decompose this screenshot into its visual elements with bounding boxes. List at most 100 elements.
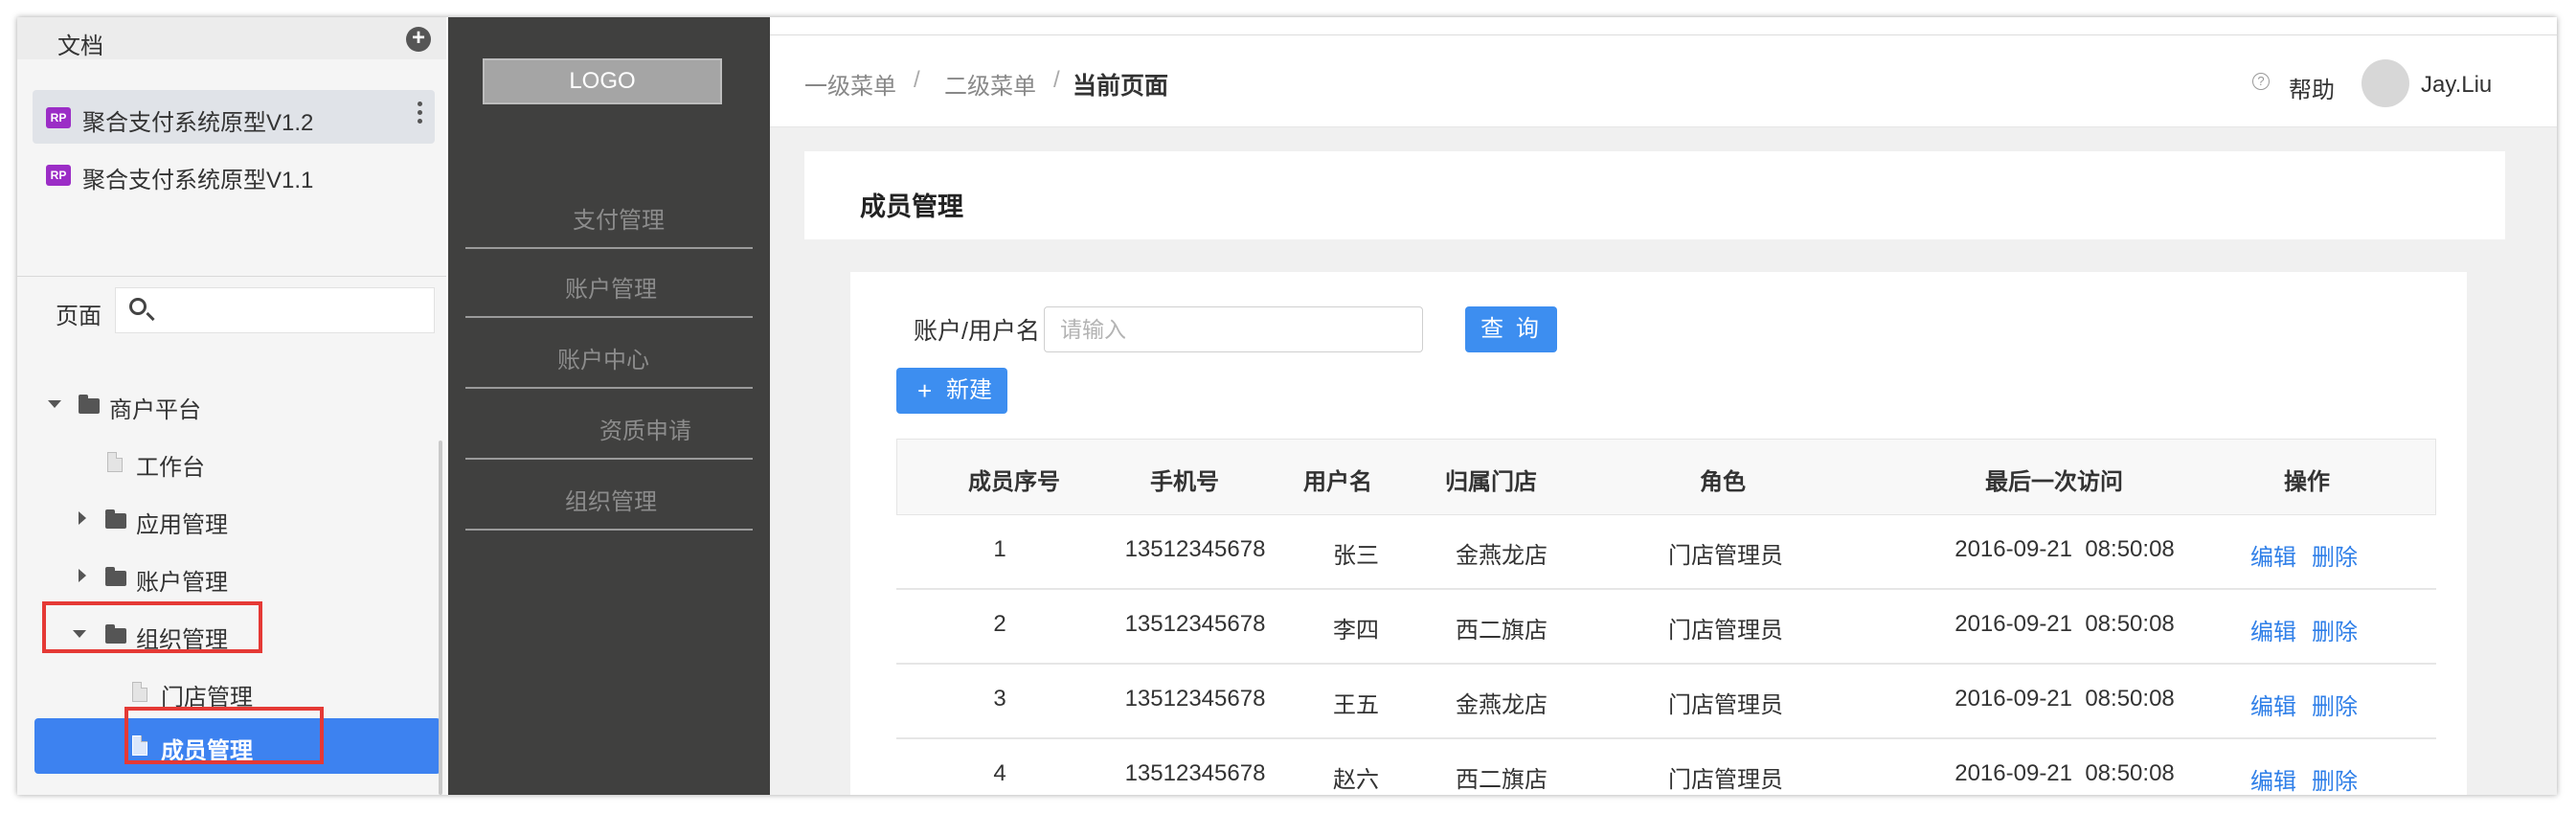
nav-item-payment[interactable]: 支付管理 bbox=[465, 180, 753, 249]
cell-id: 2 bbox=[993, 611, 1006, 637]
project-panel: 文档 + RP 聚合支付系统原型V1.2 RP 聚合支付系统原型V1.1 页面 … bbox=[17, 17, 446, 795]
nav-label: 账户中心 bbox=[557, 348, 649, 373]
breadcrumb-separator: / bbox=[1053, 67, 1060, 93]
new-button[interactable]: + 新建 bbox=[896, 368, 1007, 414]
nav-item-account-management[interactable]: 账户管理 bbox=[465, 249, 753, 318]
rp-file-icon: RP bbox=[46, 165, 71, 186]
cell-phone: 13512345678 bbox=[1124, 760, 1266, 786]
breadcrumb-separator: / bbox=[914, 67, 920, 93]
tree-label: 工作台 bbox=[136, 455, 205, 481]
cell-store: 金燕龙店 bbox=[1456, 692, 1548, 718]
column-header: 归属门店 bbox=[1445, 469, 1537, 495]
cell-store: 西二旗店 bbox=[1456, 618, 1548, 644]
folder-icon bbox=[105, 567, 126, 586]
delete-link[interactable]: 删除 bbox=[2312, 538, 2358, 572]
help-link[interactable]: 帮助 bbox=[2289, 71, 2335, 104]
highlight-box bbox=[42, 601, 262, 653]
breadcrumb-current: 当前页面 bbox=[1073, 73, 1169, 100]
cell-role: 门店管理员 bbox=[1668, 692, 1783, 718]
column-header: 用户名 bbox=[1303, 469, 1372, 495]
prototype-sidebar: LOGO 支付管理 账户管理 账户中心 资质申请 组织管理 bbox=[448, 17, 770, 795]
delete-link[interactable]: 删除 bbox=[2312, 613, 2358, 646]
nav-item-qualification[interactable]: 资质申请 bbox=[465, 391, 753, 460]
doc-item[interactable]: RP 聚合支付系统原型V1.2 bbox=[33, 90, 435, 144]
panel-scrollbar[interactable] bbox=[439, 441, 442, 795]
more-options-icon[interactable] bbox=[418, 102, 423, 126]
folder-icon bbox=[79, 395, 100, 414]
tree-folder-account-management[interactable]: 账户管理 bbox=[17, 555, 439, 598]
top-bar: 一级菜单 / 二级菜单 / 当前页面 ? 帮助 Jay.Liu bbox=[770, 17, 2557, 127]
panel-divider bbox=[17, 276, 446, 277]
column-header: 成员序号 bbox=[968, 469, 1060, 495]
cell-store: 西二旗店 bbox=[1456, 767, 1548, 793]
search-icon bbox=[129, 298, 147, 315]
breadcrumb-level1[interactable]: 一级菜单 bbox=[804, 67, 896, 101]
cell-last-visit: 2016-09-21 08:50:08 bbox=[1955, 760, 2175, 786]
doc-name: 聚合支付系统原型V1.1 bbox=[82, 168, 314, 193]
table-row: 3 13512345678 王五 金燕龙店 门店管理员 2016-09-21 0… bbox=[896, 665, 2436, 739]
page-icon bbox=[132, 682, 147, 702]
delete-link[interactable]: 删除 bbox=[2312, 688, 2358, 721]
cell-role: 门店管理员 bbox=[1668, 618, 1783, 644]
rp-file-icon: RP bbox=[46, 107, 71, 128]
cell-last-visit: 2016-09-21 08:50:08 bbox=[1955, 536, 2175, 562]
edit-link[interactable]: 编辑 bbox=[2250, 762, 2296, 795]
account-search-input[interactable] bbox=[1044, 306, 1423, 352]
column-header: 最后一次访问 bbox=[1985, 469, 2123, 495]
filter-label: 账户/用户名 bbox=[914, 318, 1040, 345]
nav-item-org-management[interactable]: 组织管理 bbox=[465, 462, 753, 531]
page-title-card: 成员管理 bbox=[804, 151, 2505, 239]
new-button-label: 新建 bbox=[946, 377, 992, 403]
cell-id: 1 bbox=[993, 536, 1006, 562]
highlight-box bbox=[124, 707, 324, 764]
cell-store: 金燕龙店 bbox=[1456, 543, 1548, 569]
nav-label: 账户管理 bbox=[565, 277, 657, 303]
logo[interactable]: LOGO bbox=[483, 58, 722, 104]
column-header: 操作 bbox=[2284, 469, 2330, 495]
tree-folder-app-management[interactable]: 应用管理 bbox=[17, 498, 439, 540]
doc-name: 聚合支付系统原型V1.2 bbox=[82, 110, 314, 136]
query-button[interactable]: 查 询 bbox=[1465, 306, 1557, 352]
folder-icon bbox=[105, 509, 126, 529]
page-search-input[interactable] bbox=[115, 287, 435, 333]
caret-down-icon[interactable] bbox=[48, 400, 61, 408]
table-row: 2 13512345678 李四 西二旗店 门店管理员 2016-09-21 0… bbox=[896, 590, 2436, 665]
edit-link[interactable]: 编辑 bbox=[2250, 613, 2296, 646]
edit-link[interactable]: 编辑 bbox=[2250, 538, 2296, 572]
avatar[interactable] bbox=[2361, 59, 2409, 107]
page-icon bbox=[107, 452, 123, 472]
delete-link[interactable]: 删除 bbox=[2312, 762, 2358, 795]
cell-phone: 13512345678 bbox=[1124, 611, 1266, 637]
column-header: 角色 bbox=[1700, 469, 1746, 495]
cell-role: 门店管理员 bbox=[1668, 767, 1783, 793]
nav-label: 组织管理 bbox=[565, 489, 657, 515]
pages-label: 页面 bbox=[56, 304, 102, 329]
table-row: 4 13512345678 赵六 西二旗店 门店管理员 2016-09-21 0… bbox=[896, 739, 2436, 795]
caret-right-icon[interactable] bbox=[79, 569, 86, 582]
nav-label: 支付管理 bbox=[573, 208, 665, 234]
tree-folder-merchant-platform[interactable]: 商户平台 bbox=[17, 383, 439, 425]
content-card: 账户/用户名 查 询 + 新建 成员序号 手机号 用户名 归属门店 角色 最后一… bbox=[850, 272, 2467, 795]
cell-username: 赵六 bbox=[1333, 767, 1379, 793]
help-icon[interactable]: ? bbox=[2252, 73, 2270, 90]
doc-item[interactable]: RP 聚合支付系统原型V1.1 bbox=[33, 147, 435, 201]
prototype-main: 一级菜单 / 二级菜单 / 当前页面 ? 帮助 Jay.Liu 成员管理 账户/… bbox=[770, 17, 2557, 795]
member-table: 成员序号 手机号 用户名 归属门店 角色 最后一次访问 操作 1 1351234… bbox=[896, 439, 2436, 795]
cell-last-visit: 2016-09-21 08:50:08 bbox=[1955, 611, 2175, 637]
edit-link[interactable]: 编辑 bbox=[2250, 688, 2296, 721]
top-divider bbox=[770, 34, 2557, 35]
breadcrumb-level2[interactable]: 二级菜单 bbox=[944, 67, 1036, 101]
nav-item-account-center[interactable]: 账户中心 bbox=[465, 320, 753, 389]
username[interactable]: Jay.Liu bbox=[2421, 69, 2497, 102]
add-doc-icon[interactable]: + bbox=[406, 27, 431, 52]
cell-last-visit: 2016-09-21 08:50:08 bbox=[1955, 686, 2175, 712]
cell-role: 门店管理员 bbox=[1668, 543, 1783, 569]
caret-right-icon[interactable] bbox=[79, 511, 86, 525]
app-window: 文档 + RP 聚合支付系统原型V1.2 RP 聚合支付系统原型V1.1 页面 … bbox=[17, 17, 2557, 795]
table-header: 成员序号 手机号 用户名 归属门店 角色 最后一次访问 操作 bbox=[896, 439, 2436, 515]
docs-title: 文档 bbox=[57, 34, 103, 59]
nav-label: 资质申请 bbox=[599, 418, 691, 444]
tree-label: 商户平台 bbox=[109, 397, 201, 423]
tree-page-workbench[interactable]: 工作台 bbox=[17, 441, 439, 483]
cell-id: 3 bbox=[993, 686, 1006, 712]
